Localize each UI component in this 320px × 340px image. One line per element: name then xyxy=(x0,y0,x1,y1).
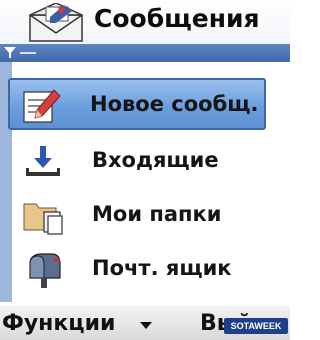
page-title: Сообщения xyxy=(94,4,260,33)
menu-item-label: Мои папки xyxy=(92,202,222,226)
options-softkey[interactable]: Функции xyxy=(2,311,115,336)
menu-item-inbox[interactable]: Входящие xyxy=(12,136,270,188)
menu-item-mailbox[interactable]: Почт. ящик xyxy=(12,244,270,296)
chevron-down-icon xyxy=(140,322,152,329)
new-message-icon xyxy=(23,89,61,123)
mailbox-icon xyxy=(29,253,61,288)
menu-item-label: Почт. ящик xyxy=(92,256,232,280)
menu-item-new-message[interactable]: Новое сообщ. xyxy=(8,78,266,130)
title-bar: Сообщения xyxy=(0,0,290,44)
envelope-icon xyxy=(29,3,83,42)
menu-item-label: Входящие xyxy=(92,148,219,172)
watermark-logo: SOTAWEEK xyxy=(224,318,288,334)
divider xyxy=(20,52,36,54)
folders-icon xyxy=(23,203,63,235)
menu-item-label: Новое сообщ. xyxy=(90,92,259,116)
menu-item-my-folders[interactable]: Мои папки xyxy=(12,190,270,242)
status-bar xyxy=(0,44,290,62)
inbox-icon xyxy=(26,146,60,176)
signal-icon xyxy=(4,47,16,58)
